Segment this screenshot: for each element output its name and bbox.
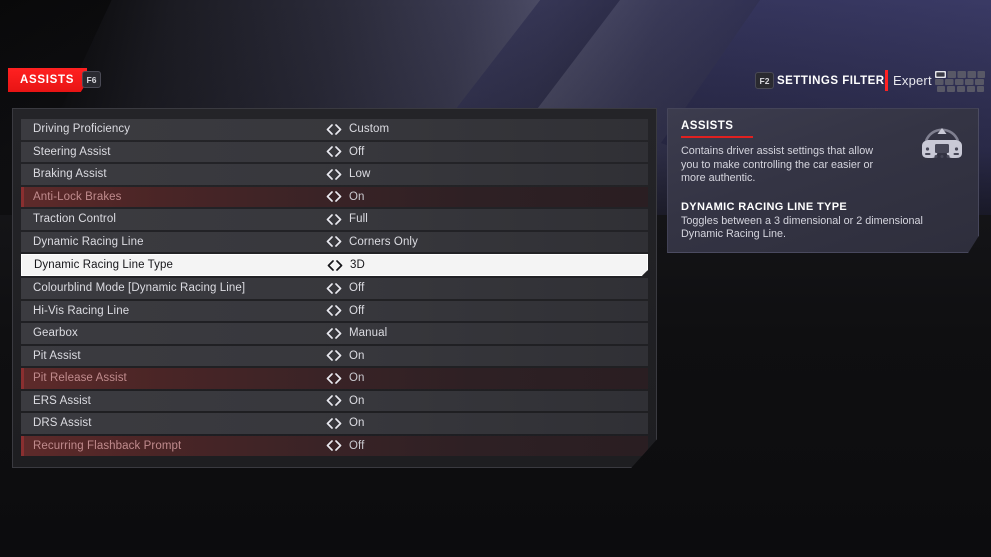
settings-panel: Driving Proficiency Custom Steering Assis… bbox=[12, 108, 657, 468]
setting-value: Off bbox=[349, 145, 365, 158]
setting-label: Dynamic Racing Line bbox=[33, 235, 144, 248]
value-stepper[interactable] bbox=[326, 327, 342, 339]
settings-filter-value[interactable]: Expert bbox=[893, 71, 932, 90]
setting-value: On bbox=[349, 349, 365, 362]
setting-value: Corners Only bbox=[349, 235, 418, 248]
top-bar: ASSISTS F6 F2 SETTINGS FILTER Expert bbox=[0, 68, 991, 98]
key-hint-f2: F2 bbox=[755, 72, 774, 89]
value-stepper[interactable] bbox=[326, 236, 342, 248]
setting-value-control[interactable]: Full bbox=[326, 213, 368, 225]
info-subtitle-body: Toggles between a 3 dimensional or 2 dim… bbox=[681, 214, 923, 241]
setting-row[interactable]: Pit Release Assist On bbox=[21, 368, 648, 389]
steering-wheel-icon bbox=[922, 128, 962, 158]
setting-value: 3D bbox=[350, 259, 365, 271]
value-stepper[interactable] bbox=[326, 350, 342, 362]
setting-value: On bbox=[349, 372, 365, 385]
value-stepper[interactable] bbox=[326, 417, 342, 429]
setting-value: Manual bbox=[349, 327, 388, 340]
setting-row[interactable]: Gearbox Manual bbox=[21, 323, 648, 344]
setting-value-control[interactable]: Off bbox=[326, 305, 364, 317]
value-stepper[interactable] bbox=[326, 440, 342, 452]
setting-label: Pit Release Assist bbox=[33, 372, 127, 385]
setting-value-control[interactable]: 3D bbox=[327, 259, 365, 271]
tab-assists-label: ASSISTS bbox=[20, 74, 75, 86]
setting-row[interactable]: ERS Assist On bbox=[21, 390, 648, 411]
info-panel: ASSISTS Contains driver assist settings … bbox=[667, 108, 979, 253]
value-stepper[interactable] bbox=[326, 372, 342, 384]
setting-label: Pit Assist bbox=[33, 349, 81, 362]
setting-row[interactable]: Colourblind Mode [Dynamic Racing Line] O… bbox=[21, 278, 648, 299]
setting-label: Hi-Vis Racing Line bbox=[33, 304, 130, 317]
setting-value-control[interactable]: Off bbox=[326, 146, 364, 158]
filter-divider bbox=[885, 70, 888, 91]
setting-value: Off bbox=[349, 282, 365, 295]
setting-value-control[interactable]: Custom bbox=[326, 123, 389, 135]
key-hint-f2-label: F2 bbox=[759, 75, 770, 86]
setting-label: Traction Control bbox=[33, 213, 116, 226]
setting-value: Low bbox=[349, 168, 371, 181]
setting-value-control[interactable]: On bbox=[326, 350, 365, 362]
setting-value: Off bbox=[349, 439, 365, 452]
info-subtitle: DYNAMIC RACING LINE TYPE bbox=[681, 200, 848, 213]
settings-list: Driving Proficiency Custom Steering Assis… bbox=[21, 119, 648, 456]
value-stepper[interactable] bbox=[326, 146, 342, 158]
value-stepper[interactable] bbox=[326, 213, 342, 225]
value-stepper[interactable] bbox=[326, 123, 342, 135]
setting-value: On bbox=[349, 417, 365, 430]
key-hint-f6: F6 bbox=[82, 71, 101, 88]
setting-value: Custom bbox=[349, 123, 390, 136]
setting-row[interactable]: Recurring Flashback Prompt Off bbox=[21, 435, 648, 456]
setting-row[interactable]: Steering Assist Off bbox=[21, 141, 648, 162]
setting-label: Braking Assist bbox=[33, 168, 107, 181]
setting-label: Gearbox bbox=[33, 327, 78, 340]
setting-value: Off bbox=[349, 304, 365, 317]
setting-row[interactable]: Hi-Vis Racing Line Off bbox=[21, 300, 648, 321]
setting-row[interactable]: Traction Control Full bbox=[21, 209, 648, 230]
setting-value-control[interactable]: On bbox=[326, 417, 365, 429]
setting-value-control[interactable]: Corners Only bbox=[326, 236, 418, 248]
setting-value-control[interactable]: Low bbox=[326, 168, 370, 180]
keyboard-icon bbox=[935, 71, 985, 92]
setting-label: Dynamic Racing Line Type bbox=[34, 259, 173, 271]
setting-value-control[interactable]: On bbox=[326, 372, 365, 384]
value-stepper[interactable] bbox=[326, 168, 342, 180]
setting-value: On bbox=[349, 190, 365, 203]
setting-row[interactable]: Driving Proficiency Custom bbox=[21, 119, 648, 140]
setting-value-control[interactable]: On bbox=[326, 191, 365, 203]
setting-value-control[interactable]: Off bbox=[326, 440, 364, 452]
value-stepper[interactable] bbox=[326, 395, 342, 407]
setting-value: On bbox=[349, 394, 365, 407]
setting-row[interactable]: Pit Assist On bbox=[21, 345, 648, 366]
setting-label: Steering Assist bbox=[33, 145, 111, 158]
value-stepper[interactable] bbox=[326, 305, 342, 317]
setting-row[interactable]: DRS Assist On bbox=[21, 413, 648, 434]
setting-label: Colourblind Mode [Dynamic Racing Line] bbox=[33, 282, 246, 295]
setting-label: Anti-Lock Brakes bbox=[33, 190, 122, 203]
info-title-underline bbox=[681, 136, 753, 138]
info-body: Contains driver assist settings that all… bbox=[681, 145, 874, 185]
value-stepper[interactable] bbox=[326, 282, 342, 294]
settings-filter-label: SETTINGS FILTER bbox=[777, 74, 885, 87]
setting-value-control[interactable]: On bbox=[326, 395, 365, 407]
key-hint-f6-label: F6 bbox=[86, 74, 97, 85]
setting-row[interactable]: Anti-Lock Brakes On bbox=[21, 186, 648, 207]
setting-label: Driving Proficiency bbox=[33, 123, 131, 136]
value-stepper[interactable] bbox=[327, 259, 343, 271]
tab-assists[interactable]: ASSISTS bbox=[8, 68, 88, 92]
setting-label: Recurring Flashback Prompt bbox=[33, 439, 182, 452]
setting-row[interactable]: Dynamic Racing Line Corners Only bbox=[21, 231, 648, 252]
value-stepper[interactable] bbox=[326, 191, 342, 203]
setting-label: ERS Assist bbox=[33, 394, 91, 407]
setting-value-control[interactable]: Manual bbox=[326, 327, 387, 339]
setting-label: DRS Assist bbox=[33, 417, 92, 430]
setting-row[interactable]: Dynamic Racing Line Type 3D bbox=[21, 254, 648, 276]
setting-row[interactable]: Braking Assist Low bbox=[21, 164, 648, 185]
setting-value-control[interactable]: Off bbox=[326, 282, 364, 294]
setting-value: Full bbox=[349, 213, 368, 226]
